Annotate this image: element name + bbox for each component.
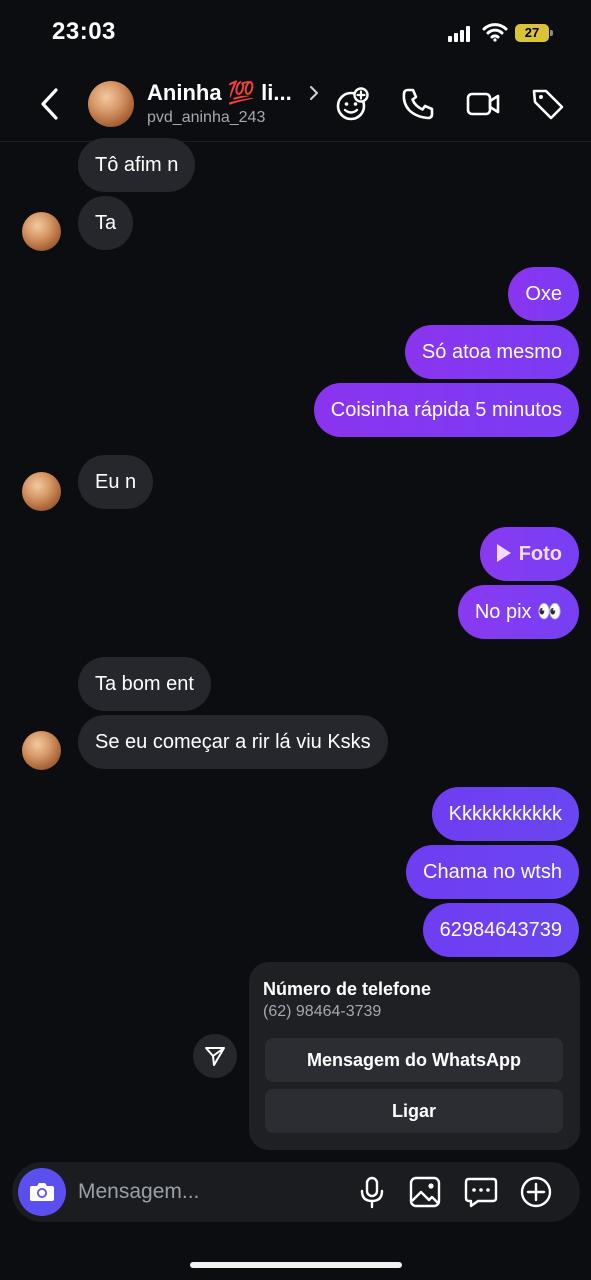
- share-button[interactable]: [193, 1034, 237, 1078]
- contact-username[interactable]: pvd_aninha_243: [147, 109, 265, 127]
- message-incoming[interactable]: Ta: [78, 196, 134, 250]
- camera-icon: [30, 1183, 54, 1201]
- message-outgoing[interactable]: No pix 👀: [457, 585, 579, 639]
- message-input[interactable]: Mensagem...: [78, 1180, 199, 1204]
- message-incoming[interactable]: Eu n: [78, 455, 154, 509]
- video-icon[interactable]: [465, 86, 501, 122]
- battery-icon: 27: [515, 24, 553, 42]
- plus-circle-icon[interactable]: [518, 1174, 554, 1210]
- chat-bubble-icon[interactable]: [463, 1174, 499, 1210]
- message-incoming[interactable]: Tô afim n: [78, 138, 196, 192]
- back-chevron-icon[interactable]: [34, 84, 64, 124]
- microphone-icon[interactable]: [354, 1174, 390, 1210]
- message-incoming[interactable]: Ta bom ent: [78, 657, 211, 711]
- wifi-icon: [482, 23, 508, 42]
- message-photo[interactable]: Foto: [479, 527, 579, 581]
- chevron-right-icon[interactable]: [308, 84, 320, 102]
- tag-icon[interactable]: [530, 86, 566, 122]
- status-time: 23:03: [52, 18, 116, 45]
- home-indicator: [190, 1262, 402, 1268]
- gallery-icon[interactable]: [407, 1174, 443, 1210]
- avatar[interactable]: [88, 81, 134, 127]
- card-phone-number: (62) 98464-3739: [263, 1003, 382, 1020]
- battery-level: 27: [515, 24, 549, 42]
- contact-name[interactable]: Aninha 💯 li...: [147, 80, 292, 106]
- message-incoming[interactable]: Se eu começar a rir lá viu Ksks: [78, 715, 388, 769]
- phone-icon[interactable]: [400, 86, 436, 122]
- message-outgoing[interactable]: Coisinha rápida 5 minutos: [313, 383, 579, 437]
- message-outgoing[interactable]: Só atoa mesmo: [404, 325, 579, 379]
- avatar[interactable]: [22, 212, 61, 251]
- avatar[interactable]: [22, 731, 61, 770]
- message-outgoing[interactable]: Oxe: [508, 267, 579, 321]
- play-icon: [496, 544, 511, 562]
- message-outgoing[interactable]: 62984643739: [422, 903, 579, 957]
- send-icon: [205, 1047, 225, 1066]
- signal-icon: [448, 26, 474, 42]
- message-outgoing[interactable]: Kkkkkkkkkkk: [431, 787, 579, 841]
- status-bar: 23:03 27: [0, 0, 591, 66]
- card-title: Número de telefone: [263, 979, 432, 999]
- message-outgoing[interactable]: Chama no wtsh: [406, 845, 579, 899]
- call-button[interactable]: Ligar: [265, 1089, 563, 1133]
- phone-number-card: Número de telefone (62) 98464-3739 Mensa…: [249, 962, 580, 1150]
- message-composer: Mensagem...: [12, 1162, 580, 1222]
- sticker-add-icon[interactable]: [334, 86, 370, 122]
- avatar[interactable]: [22, 472, 61, 511]
- camera-button[interactable]: [18, 1168, 66, 1216]
- photo-label: Foto: [518, 543, 562, 565]
- chat-header: Aninha 💯 li... pvd_aninha_243: [0, 66, 591, 142]
- whatsapp-message-button[interactable]: Mensagem do WhatsApp: [265, 1038, 563, 1082]
